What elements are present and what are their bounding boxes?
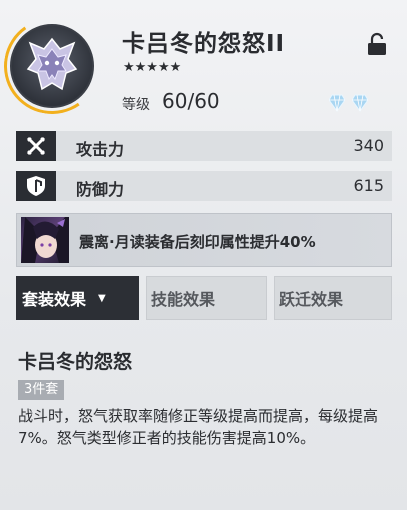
unlock-icon[interactable] bbox=[367, 32, 387, 56]
character-portrait bbox=[21, 217, 69, 263]
stat-label: 攻击力 bbox=[76, 140, 125, 159]
set-title: 卡吕冬的怨怒 bbox=[18, 351, 133, 373]
stat-label: 防御力 bbox=[76, 180, 125, 199]
caret-down-icon: ▼ bbox=[98, 292, 106, 304]
item-title: 卡吕冬的怨怒II bbox=[122, 31, 286, 57]
tab-label: 跃迁效果 bbox=[279, 290, 344, 309]
gem-icon bbox=[351, 94, 369, 112]
stat-value: 340 bbox=[353, 136, 384, 155]
stat-row-defense: 防御力 615 bbox=[16, 171, 392, 201]
attack-icon bbox=[16, 131, 56, 161]
set-description: 战斗时，怒气获取率随修正等级提高而提高，每级提高7%。怒气类型修正者的技能伤害提… bbox=[18, 407, 379, 447]
tab-leap-effect[interactable]: 跃迁效果 bbox=[274, 276, 392, 320]
beast-emblem-icon bbox=[10, 24, 94, 108]
level-label: 等级 bbox=[122, 97, 150, 113]
item-detail-panel: 卡吕冬的怨怒II ★★★★★ 等级 60/60 攻击力 340 防御力 615 … bbox=[0, 0, 407, 510]
stat-value: 615 bbox=[353, 176, 384, 195]
bonus-text: 震离·月读装备后刻印属性提升40% bbox=[79, 233, 316, 251]
tab-label: 套装效果 bbox=[22, 290, 87, 309]
character-bonus-banner: 震离·月读装备后刻印属性提升40% bbox=[16, 213, 392, 267]
tab-set-effect[interactable]: 套装效果 ▼ bbox=[16, 276, 139, 320]
stat-row-attack: 攻击力 340 bbox=[16, 131, 392, 161]
gem-icon bbox=[328, 94, 346, 112]
tab-label: 技能效果 bbox=[151, 290, 216, 309]
item-emblem bbox=[0, 10, 108, 122]
defense-icon bbox=[16, 171, 56, 201]
tab-skill-effect[interactable]: 技能效果 bbox=[146, 276, 267, 320]
rarity-stars: ★★★★★ bbox=[123, 60, 182, 75]
level-value: 60/60 bbox=[162, 89, 220, 113]
set-piece-badge: 3件套 bbox=[18, 380, 65, 400]
